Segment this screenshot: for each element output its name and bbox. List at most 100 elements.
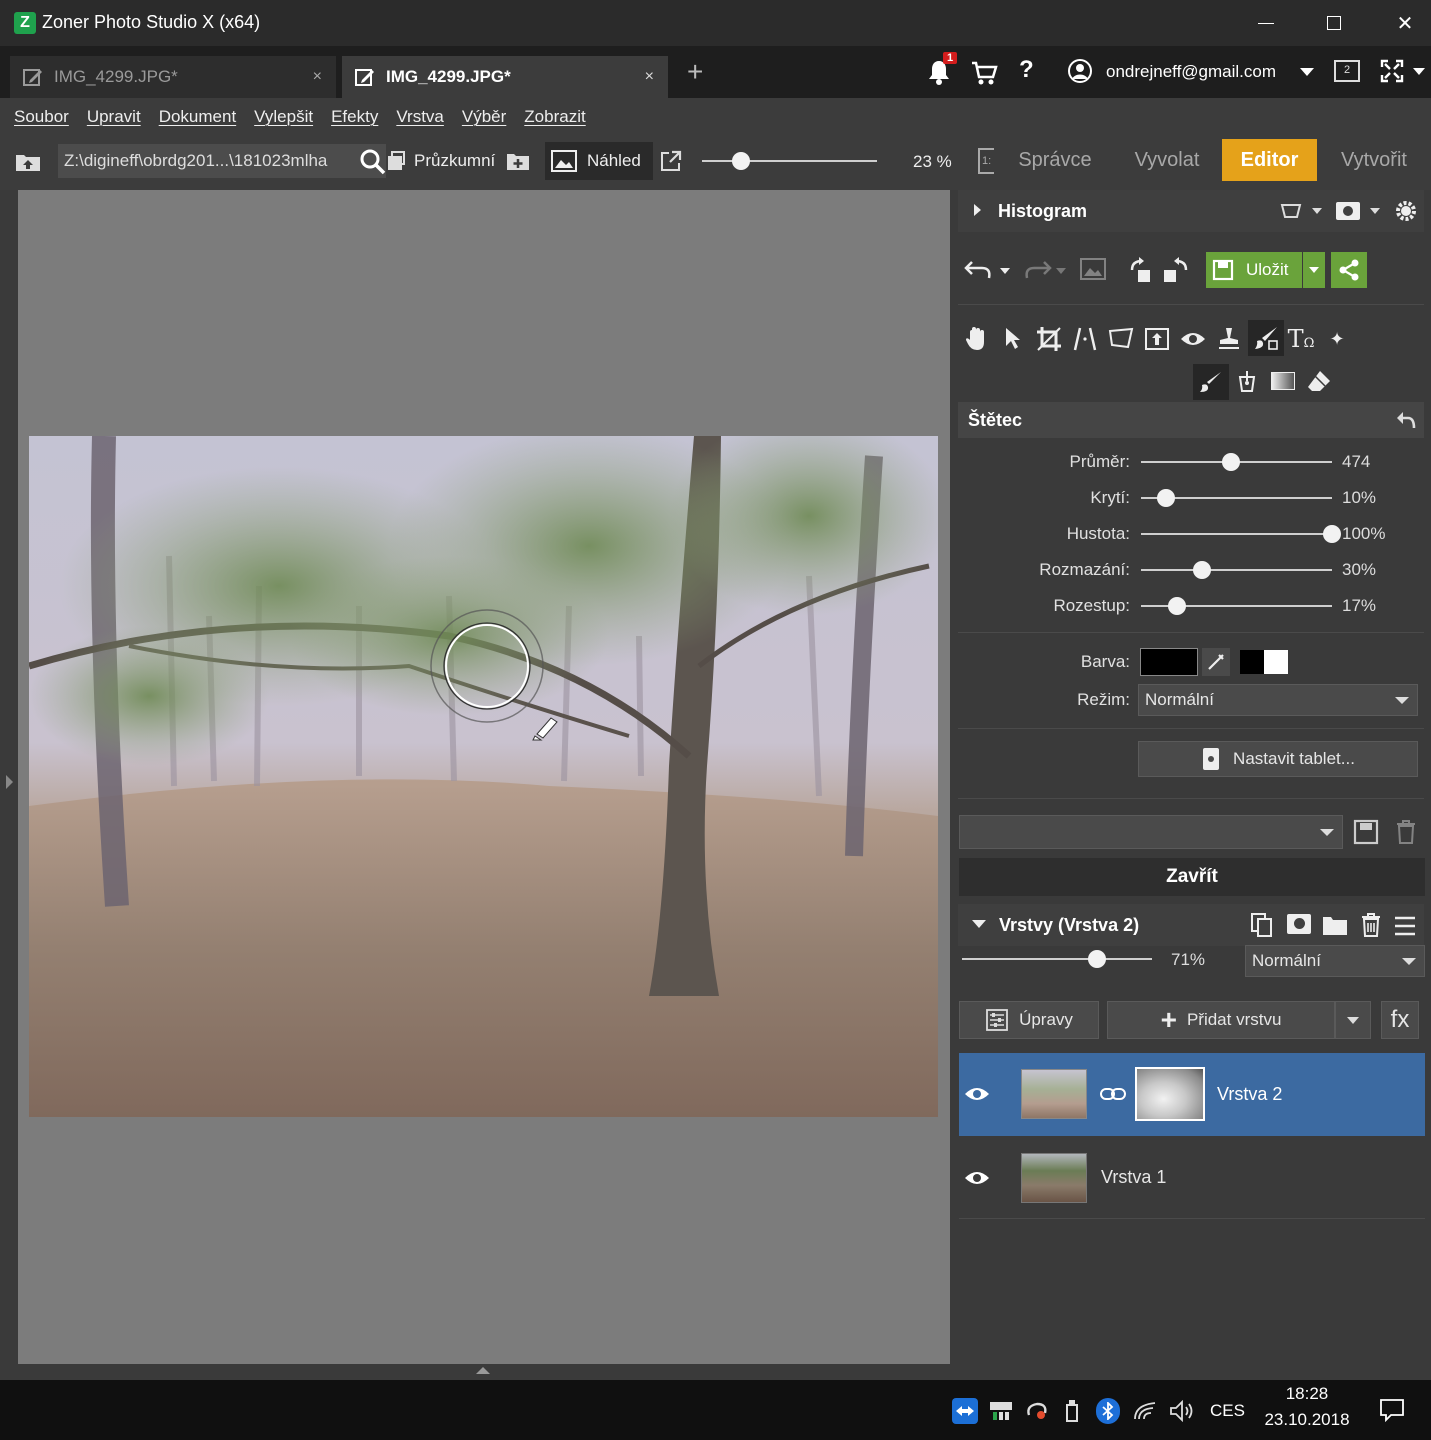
zoom-slider-knob[interactable] — [731, 152, 750, 170]
opacity-slider-knob[interactable] — [1156, 489, 1175, 507]
menu-upravit[interactable]: Upravit — [87, 107, 141, 127]
redo-history-chevron-icon[interactable] — [1056, 268, 1066, 274]
account-email[interactable]: ondrejneff@gmail.com — [1106, 62, 1276, 82]
effects-tool-icon[interactable]: ✦ — [1322, 324, 1352, 354]
clock-time[interactable]: 18:28 — [1262, 1384, 1352, 1404]
add-to-browser-button[interactable] — [506, 151, 530, 171]
fullscreen-dropdown-icon[interactable] — [1413, 68, 1425, 75]
opacity-slider[interactable] — [1141, 488, 1332, 508]
fullscreen-button[interactable] — [1380, 59, 1404, 83]
save-preset-button[interactable] — [1353, 819, 1379, 845]
close-tool-button[interactable]: Zavřít — [959, 858, 1425, 896]
layer-mask-icon[interactable] — [1287, 914, 1311, 934]
spacing-slider[interactable] — [1141, 596, 1332, 616]
link-icon[interactable] — [1100, 1087, 1126, 1101]
mode-spravce[interactable]: Správce — [1005, 139, 1105, 181]
menu-vylepsit[interactable]: Vylepšit — [254, 107, 313, 127]
folder-icon[interactable] — [1322, 914, 1348, 936]
rotate-left-icon[interactable] — [1128, 256, 1156, 284]
add-layer-options-button[interactable] — [1335, 1001, 1371, 1039]
monitor-icon[interactable]: 2 — [1334, 60, 1360, 82]
preset-select[interactable] — [959, 815, 1343, 849]
delete-preset-button[interactable] — [1395, 819, 1417, 845]
brush-mode-select[interactable]: Normální — [1138, 684, 1418, 716]
fill-bucket-icon[interactable] — [1232, 366, 1262, 396]
duplicate-layer-icon[interactable] — [1250, 912, 1274, 938]
histogram-header[interactable]: Histogram — [958, 190, 1424, 232]
explorer-mode-button[interactable]: Průzkumní — [414, 151, 495, 171]
mode-editor[interactable]: Editor — [1222, 139, 1317, 181]
open-external-button[interactable] — [660, 150, 682, 172]
tab-document-1[interactable]: IMG_4299.JPG* × — [10, 56, 336, 98]
pointer-tool-icon[interactable] — [998, 324, 1028, 354]
menu-vyber[interactable]: Výběr — [462, 107, 506, 127]
bottom-collapse-strip[interactable] — [18, 1364, 950, 1380]
view-options-icon[interactable] — [1280, 202, 1302, 220]
trash-icon[interactable] — [1360, 912, 1382, 938]
photo-image[interactable] — [29, 436, 938, 1117]
undo-history-chevron-icon[interactable] — [1000, 268, 1010, 274]
share-button[interactable] — [1331, 252, 1367, 288]
save-button[interactable]: Uložit — [1206, 252, 1302, 288]
zoom-slider[interactable] — [702, 148, 877, 174]
close-window-button[interactable]: ✕ — [1385, 8, 1425, 38]
layer-row-vrstva-1[interactable]: Vrstva 1 — [959, 1137, 1425, 1219]
hand-tool-icon[interactable] — [962, 324, 992, 354]
help-button[interactable]: ? — [1019, 56, 1034, 84]
menu-soubor[interactable]: Soubor — [14, 107, 69, 127]
tab-close-icon[interactable]: × — [313, 68, 322, 86]
visibility-eye-icon[interactable] — [964, 1169, 990, 1187]
diameter-slider[interactable] — [1141, 452, 1332, 472]
layers-header[interactable]: Vrstvy (Vrstva 2) — [958, 904, 1424, 946]
gradient-tool-icon[interactable] — [1268, 366, 1298, 396]
chevron-down-icon[interactable] — [1370, 208, 1380, 214]
menu-efekty[interactable]: Efekty — [331, 107, 378, 127]
layer-blend-mode-select[interactable]: Normální — [1245, 945, 1425, 977]
minimize-button[interactable] — [1246, 8, 1286, 38]
wifi-icon[interactable] — [1132, 1398, 1160, 1424]
blur-slider[interactable] — [1141, 560, 1332, 580]
blur-slider-knob[interactable] — [1193, 561, 1212, 579]
shop-button[interactable] — [970, 60, 998, 86]
bluetooth-icon[interactable] — [1096, 1398, 1120, 1424]
layer-opacity-slider[interactable] — [962, 948, 1152, 970]
layer-opacity-knob[interactable] — [1087, 950, 1106, 968]
preview-mode-button[interactable]: Náhled — [545, 142, 653, 180]
rotate-right-icon[interactable] — [1162, 256, 1190, 284]
eraser-tool-icon[interactable] — [1304, 366, 1334, 396]
adjustments-button[interactable]: Úpravy — [959, 1001, 1099, 1039]
spacing-slider-knob[interactable] — [1168, 597, 1187, 615]
mask-view-icon[interactable] — [1336, 202, 1360, 220]
perspective-tool-icon[interactable] — [1070, 324, 1100, 354]
text-tool-icon[interactable]: TΩ — [1286, 324, 1316, 354]
layer-thumbnail[interactable] — [1021, 1069, 1087, 1119]
brush-tool-icon[interactable] — [1248, 320, 1284, 356]
layer-row-vrstva-2[interactable]: Vrstva 2 — [959, 1053, 1425, 1136]
folder-up-button[interactable] — [14, 149, 42, 173]
chevron-down-icon[interactable] — [1312, 208, 1322, 214]
eye-tool-icon[interactable] — [1178, 324, 1208, 354]
effects-button[interactable]: fx — [1381, 1001, 1419, 1039]
stamp-tool-icon[interactable] — [1214, 324, 1244, 354]
add-layer-button[interactable]: + Přidat vrstvu — [1107, 1001, 1335, 1039]
black-swatch[interactable] — [1240, 650, 1264, 674]
tab-document-2[interactable]: IMG_4299.JPG* × — [342, 56, 668, 98]
browse-icon[interactable] — [386, 150, 406, 172]
tablet-settings-button[interactable]: Nastavit tablet... — [1138, 741, 1418, 777]
input-language[interactable]: CES — [1210, 1401, 1245, 1421]
transform-tool-icon[interactable] — [1106, 324, 1136, 354]
brush-subtool-icon[interactable] — [1193, 364, 1229, 400]
menu-icon[interactable] — [1394, 916, 1416, 936]
usb-device-icon[interactable] — [1061, 1398, 1083, 1424]
account-avatar[interactable] — [1067, 58, 1093, 84]
network-drive-icon[interactable] — [988, 1398, 1014, 1424]
menu-dokument[interactable]: Dokument — [159, 107, 236, 127]
path-field[interactable]: Z:\digineff\obrdg201...\181023mlha — [58, 144, 386, 178]
layer-mask-thumbnail[interactable] — [1135, 1067, 1205, 1121]
visibility-eye-icon[interactable] — [964, 1085, 990, 1103]
crop-tool-icon[interactable] — [1034, 324, 1064, 354]
density-slider-knob[interactable] — [1323, 525, 1341, 543]
compare-image-icon[interactable] — [1080, 258, 1106, 280]
account-dropdown-icon[interactable] — [1300, 68, 1314, 76]
search-button[interactable] — [359, 148, 387, 176]
